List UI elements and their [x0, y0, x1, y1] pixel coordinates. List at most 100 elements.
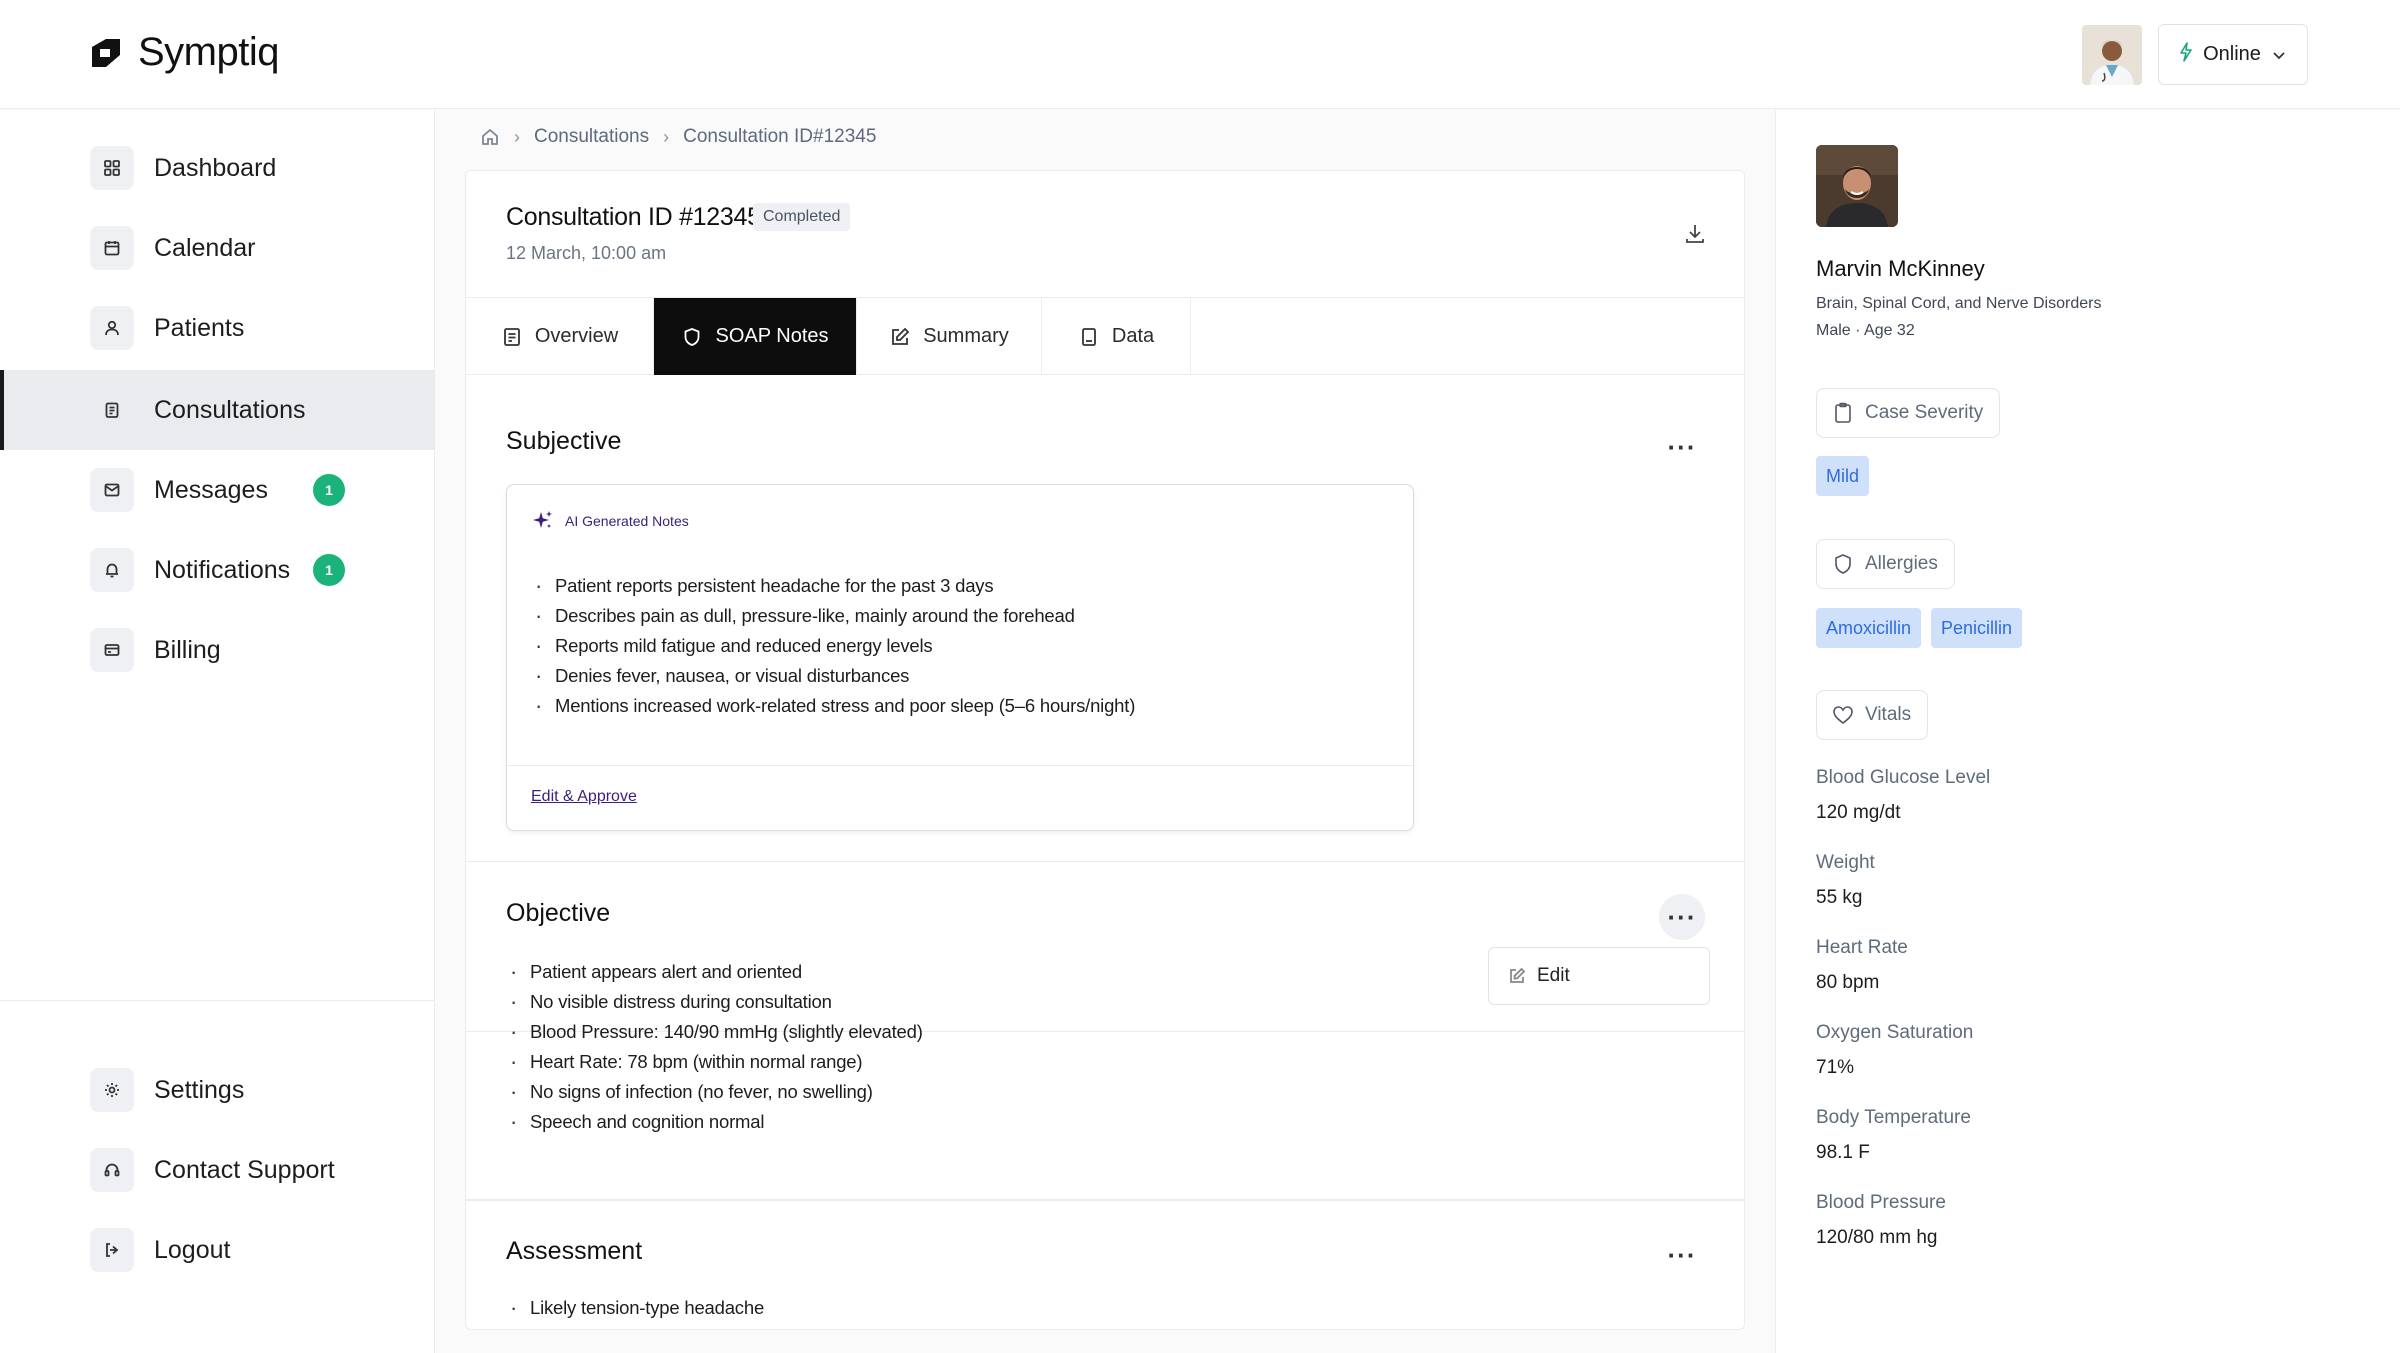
- sidebar-item-label: Logout: [154, 1235, 231, 1264]
- shield-icon: [685, 327, 700, 346]
- sidebar-item-billing[interactable]: Billing: [0, 610, 435, 690]
- list-item: Patient reports persistent headache for …: [531, 571, 1135, 601]
- top-header: Symptiq Online: [0, 0, 2400, 109]
- sidebar-item-label: Calendar: [154, 233, 256, 262]
- objective-edit-button[interactable]: Edit: [1488, 947, 1710, 1005]
- vital-label: Oxygen Saturation: [1816, 1022, 1974, 1043]
- clipboard-icon: [90, 388, 134, 432]
- assessment-notes-list: Likely tension-type headache: [506, 1293, 764, 1323]
- grid-icon: [90, 146, 134, 190]
- chevron-right-icon: ›: [514, 126, 520, 147]
- sidebar-item-label: Consultations: [154, 395, 306, 424]
- list-item: Speech and cognition normal: [506, 1107, 923, 1137]
- list-item: No visible distress during consultation: [506, 987, 923, 1017]
- sidebar-item-calendar[interactable]: Calendar: [0, 208, 435, 288]
- chevron-down-icon: [2273, 51, 2285, 59]
- subjective-more-button[interactable]: ···: [1659, 424, 1705, 470]
- sidebar-item-label: Settings: [154, 1075, 245, 1104]
- edit-approve-link[interactable]: Edit & Approve: [531, 788, 637, 806]
- sparkle-icon: [533, 511, 552, 528]
- status-badge: Completed: [753, 203, 851, 231]
- objective-more-button[interactable]: ···: [1659, 894, 1705, 940]
- subjective-notes-list: Patient reports persistent headache for …: [531, 571, 1135, 721]
- allergies-label: Allergies: [1865, 553, 1938, 574]
- status-label: Online: [2203, 43, 2261, 65]
- unread-badge: 1: [313, 474, 345, 506]
- vital-label: Blood Pressure: [1816, 1192, 1946, 1213]
- allergies-header: Allergies: [1816, 539, 1955, 589]
- sidebar-item-dashboard[interactable]: Dashboard: [0, 128, 435, 208]
- shield-icon: [1835, 554, 1851, 574]
- vital-value: 71%: [1816, 1057, 1855, 1078]
- tab-summary[interactable]: Summary: [857, 298, 1042, 375]
- allergy-tag: Amoxicillin: [1816, 608, 1922, 648]
- breadcrumb-consultations[interactable]: Consultations: [534, 126, 649, 148]
- vital-label: Weight: [1816, 852, 1875, 873]
- vital-label: Body Temperature: [1816, 1107, 1971, 1128]
- allergy-tag: Penicillin: [1931, 608, 2023, 648]
- sidebar: Dashboard Calendar Patients Consultation…: [0, 110, 435, 1353]
- brand-name: Symptiq: [138, 30, 280, 74]
- sidebar-item-label: Billing: [154, 635, 221, 664]
- clipboard-icon: [1835, 402, 1851, 423]
- sidebar-item-settings[interactable]: Settings: [0, 1050, 435, 1130]
- breadcrumb-current: Consultation ID#12345: [683, 126, 877, 147]
- download-icon[interactable]: [1682, 221, 1708, 247]
- vitals-label: Vitals: [1865, 704, 1912, 725]
- vital-label: Heart Rate: [1816, 937, 1908, 958]
- unread-badge: 1: [313, 554, 345, 586]
- vital-value: 98.1 F: [1816, 1142, 1870, 1163]
- ai-notes-card: AI Generated Notes Patient reports persi…: [506, 484, 1414, 831]
- tab-label: Summary: [923, 325, 1009, 347]
- list-item: No signs of infection (no fever, no swel…: [506, 1077, 923, 1107]
- sidebar-item-notifications[interactable]: Notifications 1: [0, 530, 435, 610]
- user-icon: [90, 306, 134, 350]
- home-icon[interactable]: [480, 127, 500, 147]
- edit-label: Edit: [1537, 965, 1570, 986]
- sidebar-item-messages[interactable]: Messages 1: [0, 450, 435, 530]
- sidebar-item-label: Notifications: [154, 555, 291, 584]
- doctor-avatar[interactable]: [2082, 25, 2142, 85]
- vital-value: 80 bpm: [1816, 972, 1880, 993]
- objective-title: Objective: [506, 899, 611, 927]
- tab-bar: Overview SOAP Notes Summary Data: [466, 298, 1744, 375]
- ai-card-footer: Edit & Approve: [507, 765, 1413, 831]
- edit-icon: [1510, 967, 1526, 983]
- list-item: Denies fever, nausea, or visual disturba…: [531, 661, 1135, 691]
- tab-label: SOAP Notes: [715, 325, 829, 347]
- patient-photo-icon: [1816, 145, 1898, 227]
- card-icon: [90, 628, 134, 672]
- tab-overview[interactable]: Overview: [466, 298, 654, 375]
- assessment-title: Assessment: [506, 1237, 643, 1265]
- sidebar-item-contact-support[interactable]: Contact Support: [0, 1130, 435, 1210]
- brand-logo[interactable]: Symptiq: [88, 30, 280, 75]
- sidebar-item-label: Dashboard: [154, 153, 277, 182]
- patient-panel: Marvin McKinney Brain, Spinal Cord, and …: [1775, 110, 2400, 1353]
- case-severity-label: Case Severity: [1865, 402, 1984, 423]
- tab-label: Overview: [534, 325, 619, 347]
- patient-specialty: Brain, Spinal Cord, and Nerve Disorders: [1816, 295, 2102, 312]
- sidebar-item-logout[interactable]: Logout: [0, 1210, 435, 1290]
- headset-icon: [90, 1148, 134, 1192]
- tab-soap-notes[interactable]: SOAP Notes: [654, 298, 857, 375]
- tab-data[interactable]: Data: [1042, 298, 1191, 375]
- chevron-right-icon: ›: [663, 126, 670, 147]
- edit-icon: [892, 327, 910, 345]
- bolt-icon: [2179, 41, 2193, 68]
- sidebar-item-patients[interactable]: Patients: [0, 288, 435, 368]
- list-item: Mentions increased work-related stress a…: [531, 691, 1135, 721]
- breadcrumb: › Consultations › Consultation ID#12345: [480, 126, 876, 148]
- patient-name: Marvin McKinney: [1816, 256, 1985, 281]
- case-severity-header: Case Severity: [1816, 388, 2001, 438]
- ai-label-text: AI Generated Notes: [565, 513, 689, 529]
- calendar-icon: [90, 226, 134, 270]
- assessment-more-button[interactable]: ···: [1659, 1232, 1705, 1278]
- status-dropdown[interactable]: Online: [2158, 24, 2308, 85]
- subjective-title: Subjective: [506, 427, 622, 455]
- doctor-photo-icon: [2082, 25, 2142, 85]
- mail-icon: [90, 468, 134, 512]
- clipboard-icon: [503, 327, 520, 346]
- list-item: Describes pain as dull, pressure-like, m…: [531, 601, 1135, 631]
- sidebar-divider: [0, 1000, 435, 1001]
- sidebar-item-consultations[interactable]: Consultations: [0, 370, 435, 450]
